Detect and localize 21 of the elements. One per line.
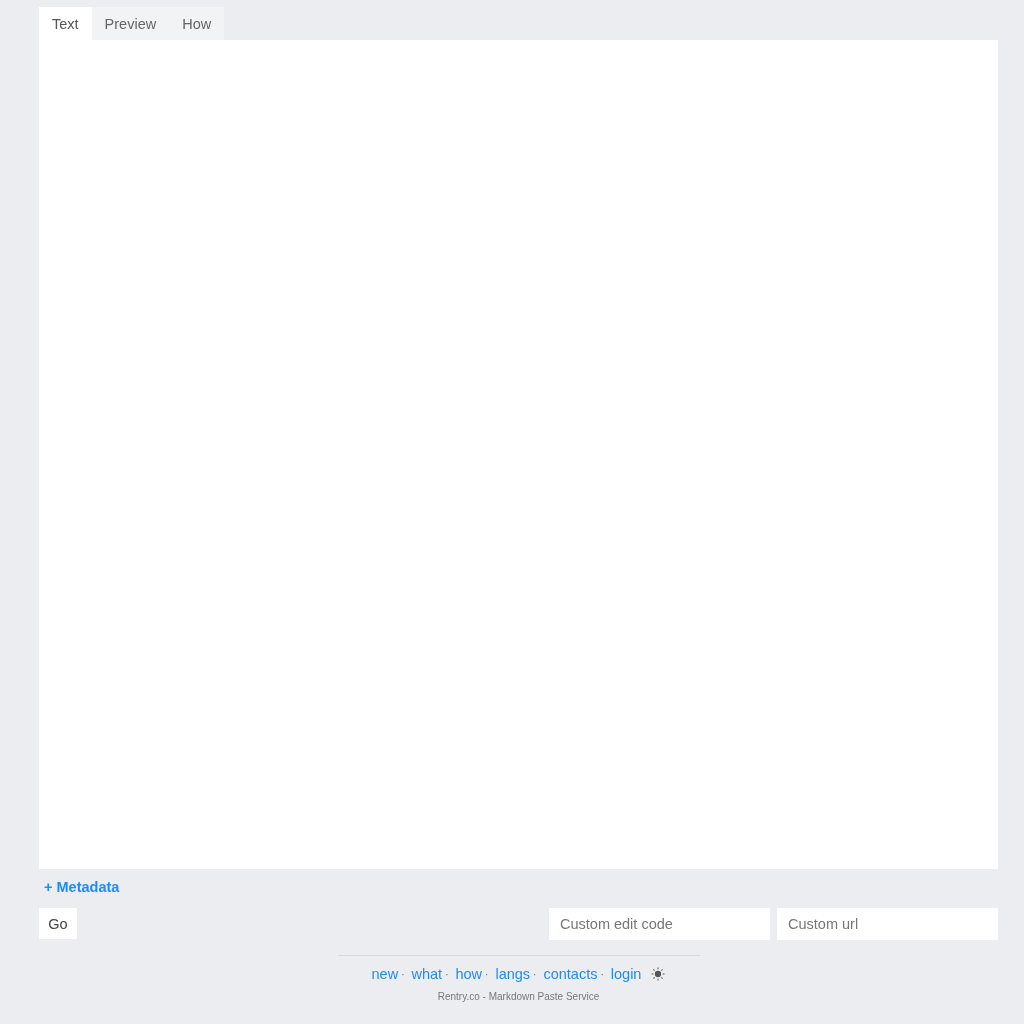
separator-dot: ·: [600, 968, 604, 980]
footer-link[interactable]: what: [411, 966, 443, 982]
separator-dot: ·: [401, 968, 405, 980]
footer-link[interactable]: langs: [495, 966, 531, 982]
metadata-link[interactable]: + Metadata: [44, 877, 120, 897]
input-field[interactable]: Custom url: [777, 908, 998, 940]
footer-link[interactable]: contacts: [543, 966, 598, 982]
footer-link[interactable]: login: [610, 966, 642, 982]
separator-dot: ·: [485, 968, 489, 980]
tab[interactable]: Text: [39, 7, 92, 40]
tab[interactable]: Preview: [91, 7, 170, 40]
theme-toggle-button[interactable]: [651, 967, 666, 981]
sun-icon: [651, 967, 666, 981]
separator-dot: ·: [445, 968, 449, 980]
tab[interactable]: How: [169, 7, 225, 40]
footer-credit: Rentry.co - Markdown Paste Service: [437, 991, 600, 1002]
go-button[interactable]: Go: [39, 908, 77, 939]
input-field[interactable]: Custom edit code: [549, 908, 770, 940]
footer-link[interactable]: how: [455, 966, 483, 982]
footer-link[interactable]: new: [371, 966, 399, 982]
separator-dot: ·: [533, 968, 537, 980]
